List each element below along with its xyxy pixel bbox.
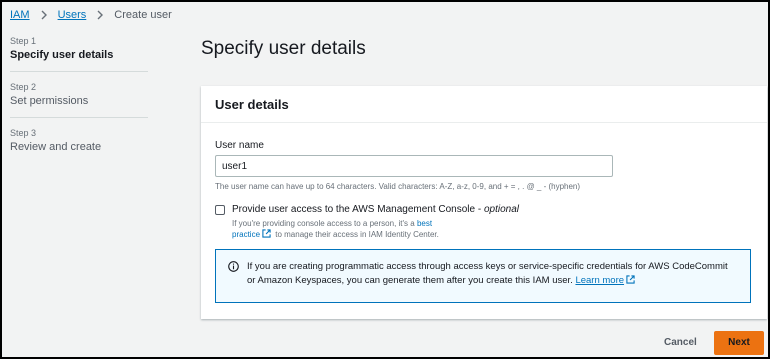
next-button[interactable]: Next <box>714 331 764 355</box>
username-hint: The user name can have up to 64 characte… <box>215 182 581 191</box>
user-details-container: User details User name The user name can… <box>201 86 767 319</box>
step-number: Step 3 <box>10 128 37 138</box>
wizard-steps: Step 1 Specify user details Step 2 Set p… <box>10 36 148 173</box>
step-name: Specify user details <box>10 49 114 61</box>
username-input[interactable] <box>215 155 613 177</box>
breadcrumb-link-users[interactable]: Users <box>58 9 87 21</box>
console-access-description: If you're providing console access to a … <box>232 218 462 240</box>
step-specify-user-details: Step 1 Specify user details <box>10 36 148 72</box>
breadcrumb-current: Create user <box>114 9 172 21</box>
info-alert: If you are creating programmatic access … <box>215 249 751 303</box>
container-header: User details <box>201 86 767 123</box>
chevron-right-icon <box>97 10 104 20</box>
info-alert-message: If you are creating programmatic access … <box>247 261 728 286</box>
step-number: Step 2 <box>10 82 37 92</box>
console-access-label-text: Provide user access to the AWS Managemen… <box>232 204 484 215</box>
breadcrumb: IAM Users Create user <box>10 9 172 21</box>
console-access-option: Provide user access to the AWS Managemen… <box>215 204 519 240</box>
step-number: Step 1 <box>10 36 37 46</box>
cancel-button[interactable]: Cancel <box>654 331 707 355</box>
info-alert-text: If you are creating programmatic access … <box>247 260 738 302</box>
step-set-permissions: Step 2 Set permissions <box>10 82 148 118</box>
step-name: Review and create <box>10 141 102 153</box>
info-icon <box>228 261 239 272</box>
breadcrumb-link-iam[interactable]: IAM <box>10 9 30 21</box>
chevron-right-icon <box>41 10 47 20</box>
optional-tag: optional <box>483 204 520 215</box>
page-frame: IAM Users Create user Step 1 Specify use… <box>0 0 770 359</box>
console-access-checkbox[interactable] <box>215 205 225 215</box>
console-desc-before: If you're providing console access to a … <box>232 219 417 228</box>
username-label: User name <box>215 140 264 151</box>
external-link-icon <box>626 275 635 284</box>
external-link-icon <box>262 229 271 238</box>
step-name: Set permissions <box>10 95 89 107</box>
step-review-and-create: Step 3 Review and create <box>10 128 148 163</box>
console-access-label[interactable]: Provide user access to the AWS Managemen… <box>232 204 519 215</box>
learn-more-link[interactable]: Learn more <box>575 275 624 286</box>
page-title: Specify user details <box>201 38 366 59</box>
console-desc-after: to manage their access in IAM Identity C… <box>273 230 439 239</box>
